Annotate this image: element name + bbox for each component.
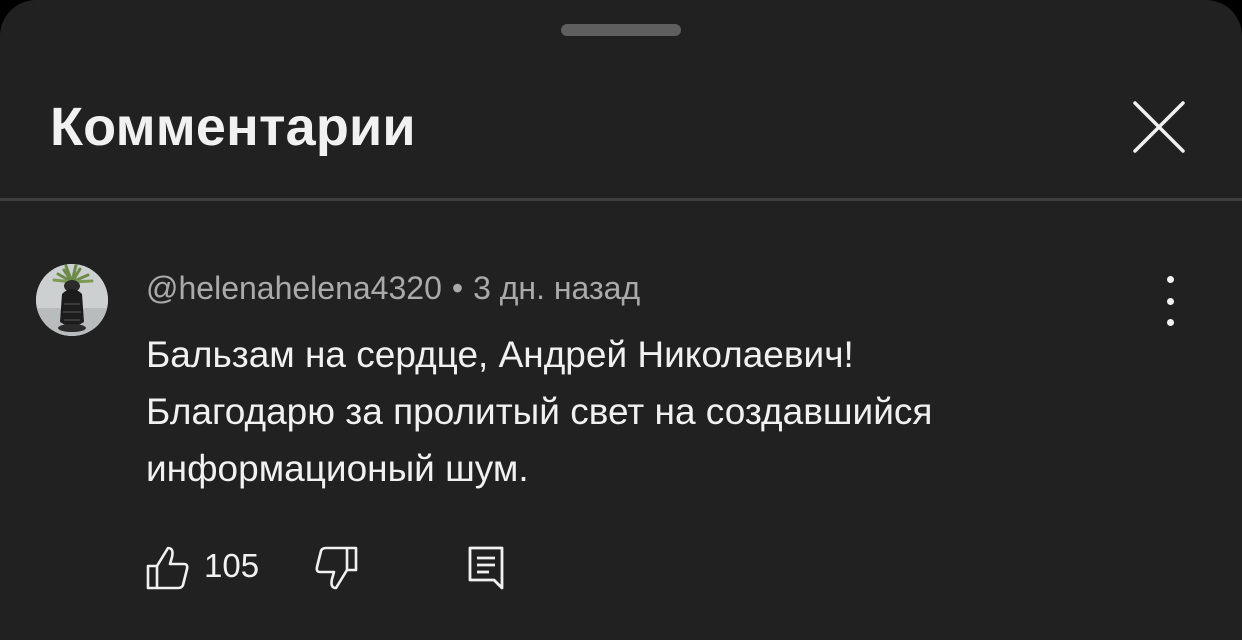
comment-menu-button[interactable] [1148, 276, 1192, 326]
more-vertical-icon-dot [1166, 297, 1174, 305]
avatar-image [36, 264, 108, 336]
like-count: 105 [204, 547, 260, 584]
meta-separator: • [451, 270, 464, 306]
comments-panel: Комментарии @helenahelena4320 • 3 дн. наза… [0, 0, 1242, 640]
panel-title: Комментарии [50, 97, 416, 157]
close-icon [1133, 101, 1185, 153]
header-divider [0, 198, 1242, 201]
avatar[interactable] [36, 264, 108, 336]
comment-timestamp: 3 дн. назад [473, 270, 641, 306]
comment-meta: @helenahelena4320 • 3 дн. назад [146, 268, 640, 308]
comment-text: Бальзам на сердце, Андрей Николаевич! Бл… [146, 334, 933, 489]
reply-icon [468, 546, 504, 590]
like-button[interactable] [146, 544, 190, 592]
reply-button[interactable] [464, 544, 508, 592]
thumbs-down-icon [315, 546, 358, 590]
dislike-button[interactable] [314, 544, 358, 592]
comment-author[interactable]: @helenahelena4320 [146, 270, 442, 306]
more-vertical-icon-dot [1166, 276, 1174, 283]
more-vertical-icon-dot [1166, 319, 1174, 326]
close-button[interactable] [1122, 90, 1196, 164]
thumbs-up-icon [146, 546, 189, 590]
drag-handle[interactable] [561, 24, 681, 36]
